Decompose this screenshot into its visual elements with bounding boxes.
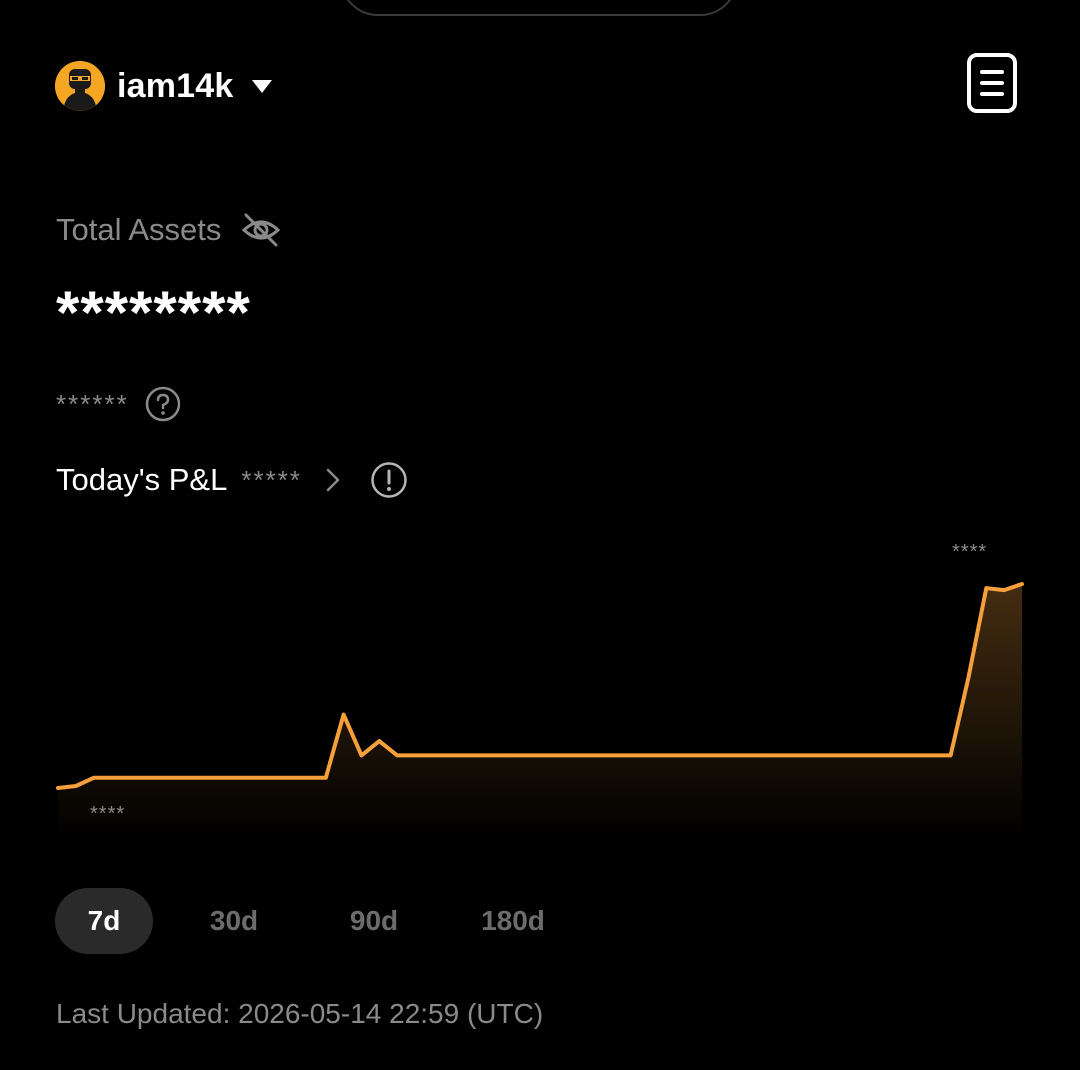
eye-off-icon[interactable] (241, 212, 281, 248)
top-pill-control[interactable] (340, 0, 738, 16)
account-header: iam14k (55, 60, 272, 112)
chart-min-label: **** (90, 803, 126, 825)
pnl-label: Today's P&L (56, 462, 228, 497)
last-updated-text: Last Updated: 2026-05-14 22:59 (UTC) (56, 998, 544, 1029)
exclamation-circle-icon[interactable] (370, 461, 408, 499)
total-assets-label: Total Assets (56, 212, 222, 247)
assets-page: iam14k Total Assets ******** ****** Toda… (0, 0, 1080, 1070)
range-tab-30d[interactable]: 30d (179, 888, 289, 954)
range-tab-180d[interactable]: 180d (453, 888, 573, 954)
question-circle-icon[interactable] (145, 386, 181, 422)
range-tabs: 7d 30d 90d 180d (55, 888, 573, 954)
chart-area-fill (58, 584, 1022, 840)
sub-value-row: ****** (56, 386, 181, 422)
account-dropdown-icon[interactable] (251, 79, 272, 93)
pnl-value: ***** (241, 464, 302, 495)
document-list-icon[interactable] (966, 52, 1018, 114)
chart-max-label: **** (952, 541, 988, 563)
range-tab-90d[interactable]: 90d (319, 888, 429, 954)
username[interactable]: iam14k (117, 67, 234, 106)
chevron-right-icon[interactable] (324, 467, 342, 493)
avatar-image-icon (55, 61, 105, 111)
avatar[interactable] (55, 61, 105, 111)
sub-value: ****** (56, 388, 129, 419)
total-assets-value: ******** (56, 279, 251, 346)
pnl-row[interactable]: Today's P&L ***** (56, 460, 408, 500)
pnl-chart (56, 582, 1024, 840)
range-tab-7d[interactable]: 7d (55, 888, 153, 954)
total-assets-label-row: Total Assets (56, 212, 281, 248)
